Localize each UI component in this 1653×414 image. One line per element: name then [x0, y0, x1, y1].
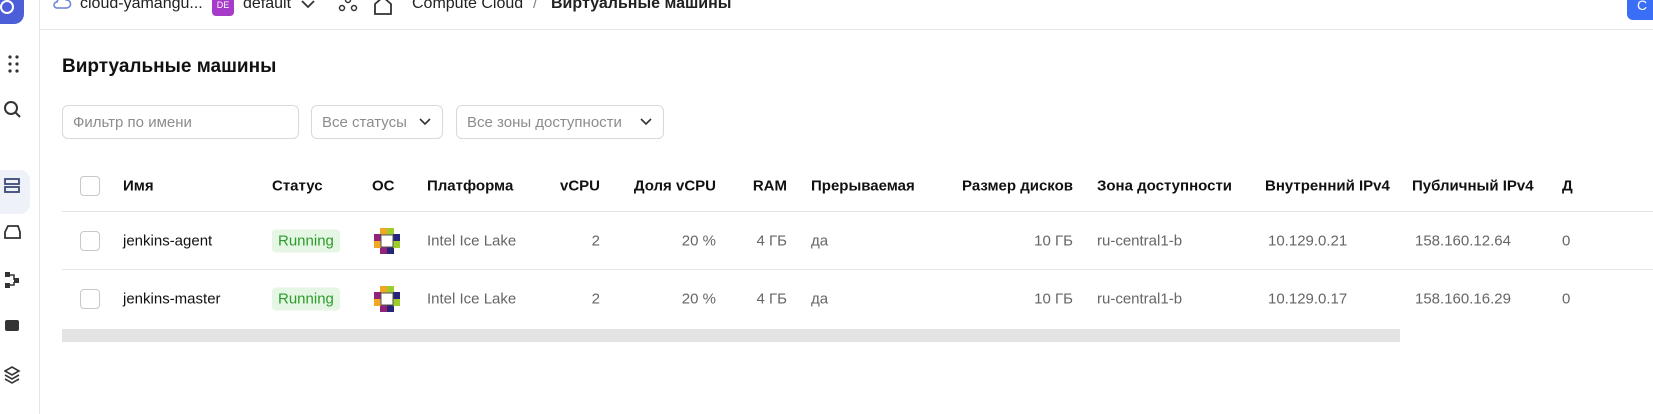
select-all-checkbox[interactable] [80, 175, 100, 196]
vm-preemptible: да [811, 232, 829, 249]
sidebar [0, 0, 40, 414]
breadcrumb-separator: / [533, 0, 538, 12]
vm-ram: 4 ГБ [756, 232, 787, 249]
col-vcpu-share[interactable]: Доля vCPU [616, 177, 716, 194]
disks-icon[interactable] [0, 218, 28, 246]
row-checkbox[interactable] [80, 289, 100, 309]
table-row[interactable]: jenkins-master Running Intel Ice Lake 2 … [62, 270, 1653, 328]
cloud-icon [52, 0, 72, 16]
home-icon[interactable] [372, 0, 394, 21]
col-os: ОС [372, 177, 395, 194]
vm-vcpu-share: 20 % [681, 232, 716, 249]
vm-disk-size: 10 ГБ [1034, 232, 1073, 249]
vm-extra: 0 [1562, 232, 1571, 249]
layers-icon[interactable] [0, 360, 28, 388]
search-icon[interactable] [0, 96, 28, 124]
status-select-value: Все статусы [322, 113, 407, 131]
vm-platform: Intel Ice Lake [427, 232, 517, 249]
col-internal-ip[interactable]: Внутренний IPv4 [1265, 177, 1390, 194]
network-icon[interactable] [338, 0, 358, 20]
create-button[interactable]: С [1627, 0, 1653, 20]
services-grid-icon[interactable] [0, 50, 28, 78]
breadcrumb-current: Виртуальные машины [551, 0, 732, 12]
placement-groups-icon[interactable] [0, 266, 28, 294]
centos-icon [372, 284, 402, 314]
table-header-row: Имя Статус ОС Платформа vCPU Доля vCPU R… [62, 160, 1653, 212]
folder-name[interactable]: default [243, 0, 291, 13]
table-row[interactable]: jenkins-agent Running Intel Ice Lake 2 2… [62, 212, 1653, 270]
vm-preemptible: да [811, 290, 829, 308]
col-status[interactable]: Статус [272, 177, 323, 194]
col-vcpu[interactable]: vCPU [532, 177, 600, 194]
zone-select[interactable]: Все зоны доступности [456, 105, 664, 139]
vm-internal-ip: 10.129.0.21 [1268, 232, 1348, 249]
col-ram[interactable]: RAM [732, 177, 787, 194]
vm-zone: ru-central1-b [1097, 290, 1183, 308]
col-preemptible[interactable]: Прерываемая [811, 177, 915, 194]
zone-select-value: Все зоны доступности [467, 113, 622, 131]
vm-zone: ru-central1-b [1097, 232, 1183, 249]
vm-internal-ip: 10.129.0.17 [1268, 290, 1348, 308]
vm-platform: Intel Ice Lake [427, 290, 517, 308]
horizontal-scrollbar[interactable] [62, 329, 1400, 342]
col-zone[interactable]: Зона доступности [1097, 177, 1232, 194]
breadcrumb-service[interactable]: Compute Cloud [412, 0, 523, 13]
col-name[interactable]: Имя [123, 177, 154, 194]
name-filter-placeholder: Фильтр по имени [73, 113, 192, 131]
vm-disk-size: 10 ГБ [1034, 290, 1073, 308]
cloud-name[interactable]: cloud-yamangu... [80, 0, 203, 13]
col-public-ip[interactable]: Публичный IPv4 [1412, 177, 1534, 194]
centos-icon [372, 226, 402, 256]
vm-name[interactable]: jenkins-master [123, 291, 221, 308]
col-disk-size[interactable]: Размер дисков [942, 177, 1073, 194]
vm-ram: 4 ГБ [756, 290, 787, 308]
row-checkbox[interactable] [80, 230, 100, 251]
images-icon[interactable] [0, 312, 28, 340]
cloud-logo-icon[interactable] [0, 0, 24, 24]
folder-badge: DE [212, 0, 234, 16]
top-bar: cloud-yamangu... DE default Compute Clou… [40, 0, 1653, 30]
virtual-machines-icon[interactable] [0, 172, 28, 200]
vm-public-ip: 158.160.12.64 [1415, 232, 1511, 249]
vm-vcpu-share: 20 % [681, 290, 716, 308]
chevron-down-icon[interactable] [300, 0, 316, 15]
status-select[interactable]: Все статусы [311, 105, 443, 139]
vm-vcpu: 2 [591, 290, 600, 308]
vm-extra: 0 [1562, 290, 1571, 308]
chevron-down-icon [639, 114, 653, 132]
page-title: Виртуальные машины [62, 56, 277, 77]
vm-public-ip: 158.160.16.29 [1415, 290, 1511, 308]
vm-vcpu: 2 [591, 232, 600, 249]
name-filter-input[interactable]: Фильтр по имени [62, 105, 299, 139]
status-badge: Running [272, 229, 340, 252]
chevron-down-icon [418, 114, 432, 132]
col-platform[interactable]: Платформа [427, 177, 513, 194]
col-extra[interactable]: Д [1562, 177, 1573, 194]
status-badge: Running [272, 287, 340, 311]
vm-name[interactable]: jenkins-agent [123, 232, 212, 249]
